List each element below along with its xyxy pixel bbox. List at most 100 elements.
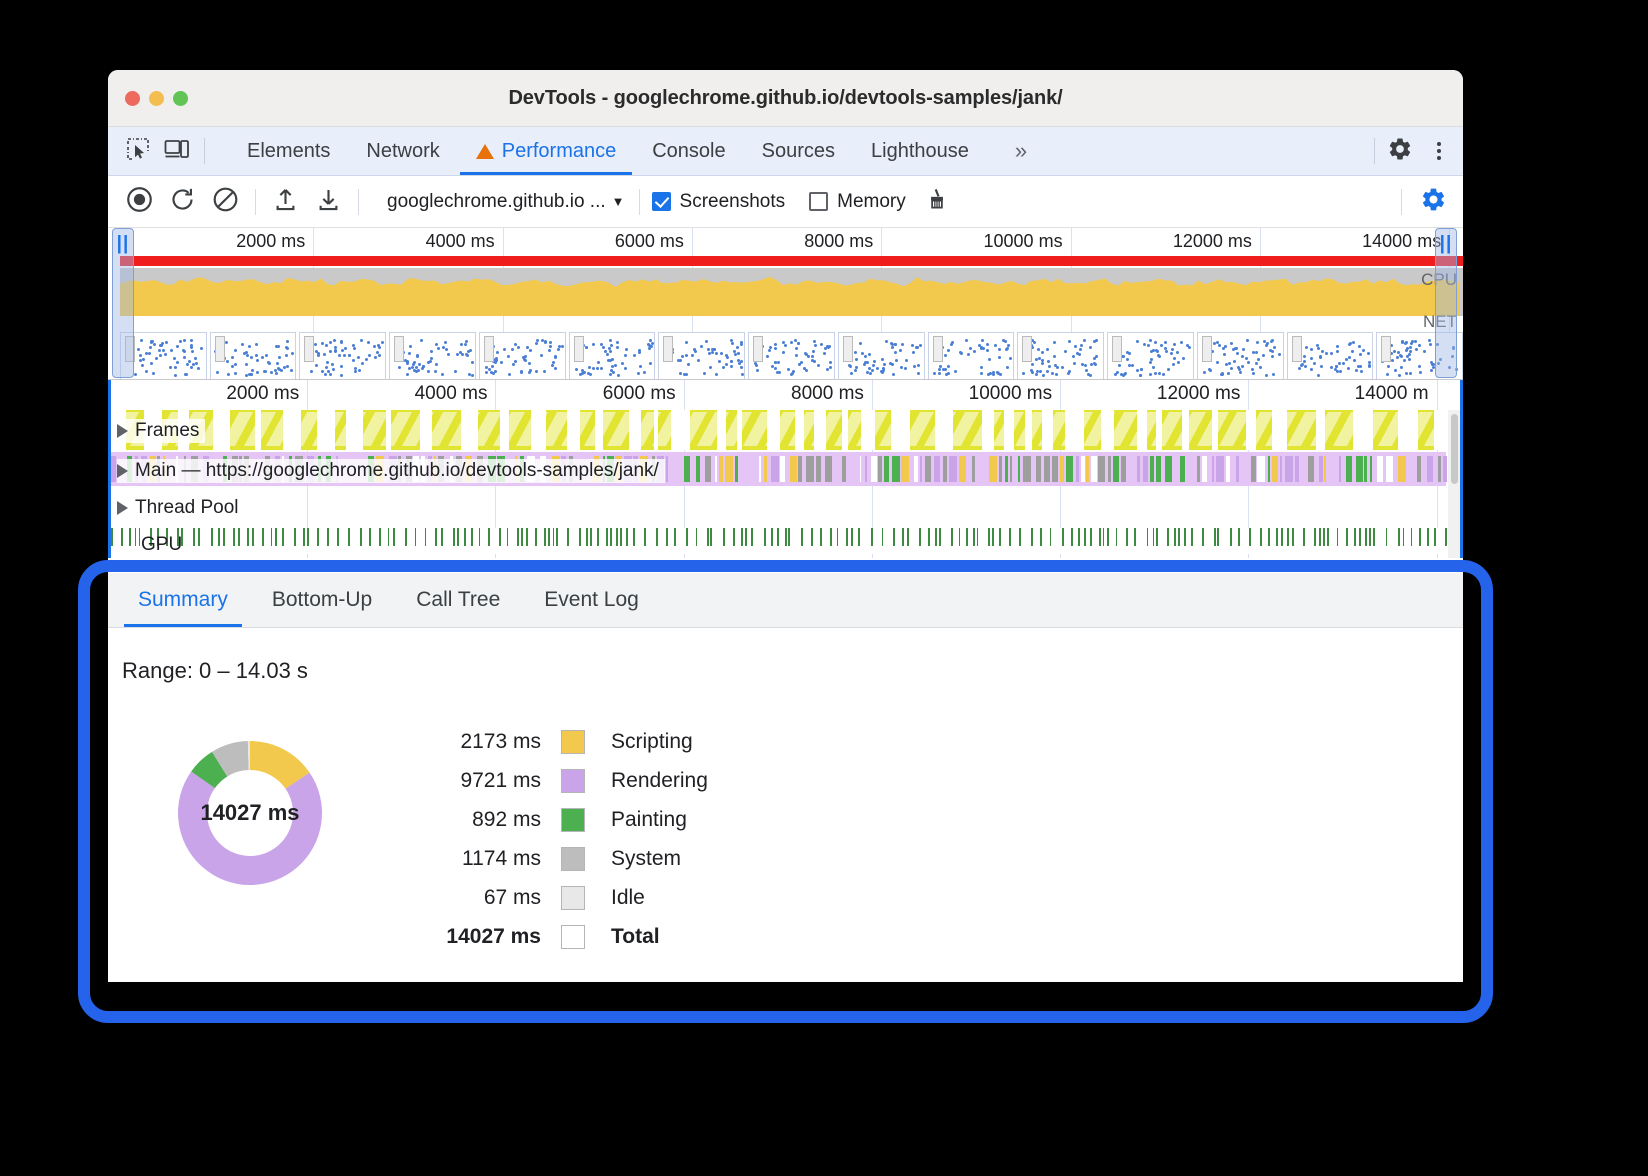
legend-row[interactable]: 2173 msScripting — [433, 722, 708, 761]
legend-swatch — [561, 730, 585, 754]
toolbar-divider — [358, 189, 359, 215]
legend-value: 9721 ms — [433, 769, 561, 793]
window-titlebar: DevTools - googlechrome.github.io/devtoo… — [108, 70, 1463, 127]
screenshot-filmstrip — [120, 332, 1463, 380]
legend-row-total: 14027 msTotal — [433, 917, 708, 956]
ruler-tick-label: 8000 ms — [804, 231, 881, 252]
track-gpu[interactable]: GPU — [111, 528, 1446, 558]
filmstrip-frame[interactable] — [658, 332, 745, 380]
donut-total-label: 14027 ms — [147, 710, 353, 916]
gpu-band — [111, 528, 1446, 554]
flame-ruler-tick-label: 6000 ms — [603, 383, 684, 405]
legend-swatch — [561, 886, 585, 910]
target-url-dropdown[interactable]: googlechrome.github.io ... ▼ — [373, 191, 639, 213]
expand-triangle-icon — [117, 424, 128, 438]
kebab-menu-icon[interactable] — [1425, 134, 1453, 168]
load-profile-icon[interactable] — [272, 186, 299, 218]
more-tabs-button[interactable]: » — [987, 127, 1052, 175]
legend-swatch — [561, 808, 585, 832]
legend-row[interactable]: 67 msIdle — [433, 878, 708, 917]
overview-right-handle[interactable] — [1435, 228, 1457, 378]
timeline-overview[interactable]: 2000 ms4000 ms6000 ms8000 ms10000 ms1200… — [108, 228, 1463, 380]
filmstrip-frame[interactable] — [389, 332, 476, 380]
track-title-main[interactable]: Main — https://googlechrome.github.io/de… — [117, 459, 665, 483]
tab-bottom-up[interactable]: Bottom-Up — [250, 573, 394, 627]
clear-recording-icon[interactable] — [212, 186, 239, 218]
reload-and-record-icon[interactable] — [169, 186, 196, 218]
track-label: Thread Pool — [135, 497, 239, 519]
tab-label: Elements — [247, 140, 330, 163]
legend-label: Rendering — [585, 769, 708, 793]
collect-garbage-icon[interactable] — [918, 186, 956, 217]
tab-label: Sources — [762, 140, 835, 163]
legend-value: 2173 ms — [433, 730, 561, 754]
capture-settings-gear-icon[interactable] — [1412, 186, 1455, 218]
legend-swatch — [561, 769, 585, 793]
tab-lighthouse[interactable]: Lighthouse — [853, 127, 987, 175]
summary-panel: Range: 0 – 14.03 s 14027 ms 2173 msScrip… — [108, 628, 1463, 956]
legend-label: Painting — [585, 808, 687, 832]
tab-network[interactable]: Network — [348, 127, 457, 175]
summary-donut-chart[interactable]: 14027 ms — [147, 710, 353, 916]
track-label: GPU — [141, 534, 182, 556]
filmstrip-frame[interactable] — [838, 332, 925, 380]
filmstrip-frame[interactable] — [1287, 332, 1374, 380]
flame-chart[interactable]: 2000 ms4000 ms6000 ms8000 ms10000 ms1200… — [108, 380, 1463, 558]
filmstrip-frame[interactable] — [569, 332, 656, 380]
legend-row[interactable]: 892 msPainting — [433, 800, 708, 839]
memory-label: Memory — [837, 191, 906, 213]
screenshots-checkbox[interactable]: Screenshots — [640, 191, 798, 213]
panel-tabs: Elements Network Performance Console Sou… — [229, 127, 1052, 175]
performance-toolbar: googlechrome.github.io ... ▼ Screenshots… — [108, 176, 1463, 228]
track-thread-pool[interactable]: Thread Pool — [111, 492, 1446, 522]
ruler-tick-label: 6000 ms — [615, 231, 692, 252]
filmstrip-frame[interactable] — [1017, 332, 1104, 380]
tab-performance[interactable]: Performance — [458, 127, 635, 175]
tab-label: Lighthouse — [871, 140, 969, 163]
filmstrip-frame[interactable] — [928, 332, 1015, 380]
track-title-gpu: GPU — [141, 533, 188, 557]
filmstrip-frame[interactable] — [748, 332, 835, 380]
warning-triangle-icon — [476, 144, 494, 159]
tab-call-tree[interactable]: Call Tree — [394, 573, 522, 627]
cpu-usage-chart — [120, 268, 1460, 316]
drawer-tabs: Summary Bottom-Up Call Tree Event Log — [108, 573, 1463, 628]
legend-swatch — [561, 925, 585, 949]
gear-icon[interactable] — [1379, 136, 1421, 167]
overview-left-handle[interactable] — [112, 228, 134, 378]
tab-sources[interactable]: Sources — [744, 127, 853, 175]
legend-row[interactable]: 1174 msSystem — [433, 839, 708, 878]
filmstrip-frame[interactable] — [1197, 332, 1284, 380]
flame-scrollbar[interactable] — [1448, 410, 1460, 558]
checkbox-box — [652, 192, 671, 211]
filmstrip-frame[interactable] — [479, 332, 566, 380]
track-label: Frames — [135, 420, 199, 442]
track-title-thread-pool[interactable]: Thread Pool — [117, 496, 245, 520]
record-icon[interactable] — [126, 186, 153, 218]
memory-checkbox[interactable]: Memory — [797, 191, 918, 213]
flame-ruler-tick-label: 2000 ms — [226, 383, 307, 405]
track-main[interactable]: Main — https://googlechrome.github.io/de… — [111, 452, 1446, 486]
flame-ruler-tick-label: 10000 ms — [969, 383, 1060, 405]
track-frames[interactable]: Frames — [111, 410, 1446, 450]
tab-event-log[interactable]: Event Log — [522, 573, 661, 627]
device-toolbar-icon[interactable] — [164, 137, 190, 166]
filmstrip-frame[interactable] — [210, 332, 297, 380]
toolbar-divider — [255, 189, 256, 215]
devtools-tabbar: Elements Network Performance Console Sou… — [108, 127, 1463, 176]
track-title-frames[interactable]: Frames — [117, 419, 205, 443]
inspect-element-icon[interactable] — [126, 137, 150, 166]
tab-elements[interactable]: Elements — [229, 127, 348, 175]
flame-ruler-tick-label: 4000 ms — [415, 383, 496, 405]
toolbar-divider — [1374, 138, 1375, 164]
legend-row[interactable]: 9721 ms Rendering — [433, 761, 708, 800]
filmstrip-frame[interactable] — [1107, 332, 1194, 380]
tab-summary[interactable]: Summary — [116, 573, 250, 627]
filmstrip-frame[interactable] — [299, 332, 386, 380]
save-profile-icon[interactable] — [315, 186, 342, 218]
tab-label: Event Log — [544, 588, 639, 612]
tab-console[interactable]: Console — [634, 127, 743, 175]
cpu-series-area — [120, 277, 1460, 316]
flame-ruler: 2000 ms4000 ms6000 ms8000 ms10000 ms1200… — [111, 380, 1446, 410]
summary-legend: 2173 msScripting 9721 ms Rendering 892 msPa… — [433, 722, 708, 956]
